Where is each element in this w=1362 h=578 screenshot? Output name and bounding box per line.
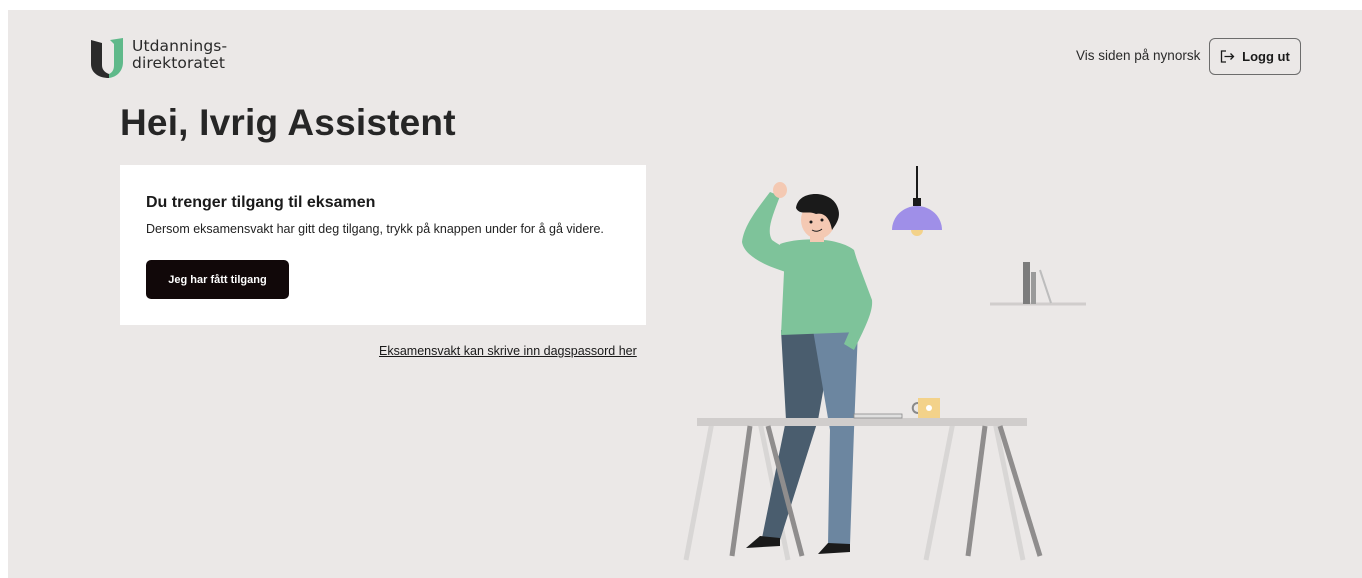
card-description: Dersom eksamensvakt har gitt deg tilgang… — [146, 222, 604, 236]
logo-text: Utdannings- direktoratet — [132, 38, 227, 72]
udir-logo-icon — [91, 38, 123, 78]
access-card: Du trenger tilgang til eksamen Dersom ek… — [120, 165, 646, 325]
cup-illustration — [911, 398, 940, 418]
got-access-button[interactable]: Jeg har fått tilgang — [146, 260, 289, 299]
ruler-illustration — [853, 413, 903, 419]
page-background: Utdannings- direktoratet Vis siden på ny… — [8, 10, 1362, 578]
logout-label: Logg ut — [1242, 49, 1290, 64]
card-title: Du trenger tilgang til eksamen — [146, 194, 376, 211]
illustration — [683, 166, 1086, 561]
language-switch-link[interactable]: Vis siden på nynorsk — [1076, 48, 1200, 63]
logout-icon — [1221, 50, 1235, 63]
logo-line-1: Utdannings- — [132, 37, 228, 55]
person-illustration — [742, 182, 873, 554]
udir-logo[interactable]: Utdannings- direktoratet — [90, 38, 227, 78]
day-password-link[interactable]: Eksamensvakt kan skrive inn dagspassord … — [379, 344, 637, 358]
logout-button[interactable]: Logg ut — [1209, 38, 1301, 75]
page-title: Hei, Ivrig Assistent — [120, 102, 456, 143]
lamp-illustration — [892, 166, 942, 236]
table-top — [697, 418, 1027, 426]
shelf-illustration — [990, 262, 1086, 306]
logo-line-2: direktoratet — [132, 54, 226, 72]
